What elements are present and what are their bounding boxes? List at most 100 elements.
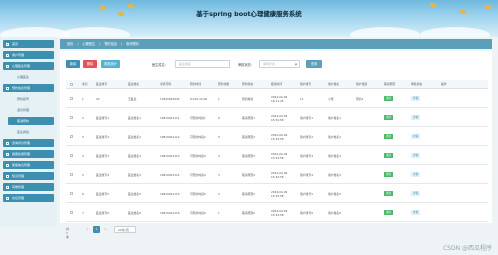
status-badge: 通过 — [384, 210, 394, 215]
sidebar-sub-doctor[interactable]: 心理医生 — [8, 73, 54, 81]
table-row[interactable]: 2 医生账号1 医生姓名1 19810001111 可预约时段1 6 取消原因1 2024-0… — [66, 108, 488, 127]
cell-text: 医生姓名5 — [128, 191, 141, 196]
cell-text: 4 — [218, 153, 220, 158]
detail-button[interactable]: 详情 — [411, 115, 421, 120]
table-cell: 医生账号4 — [96, 165, 123, 184]
cell-text: 医生账号2 — [96, 134, 109, 139]
sidebar-item-disease[interactable]: 疾病信息管理 — [3, 161, 54, 169]
status-badge: 通过 — [384, 191, 394, 196]
row-checkbox[interactable] — [70, 211, 73, 214]
table-cell: 19810001115 — [160, 184, 187, 203]
delete-button[interactable]: 删除 — [83, 60, 97, 68]
table-cell[interactable]: 详情 — [411, 108, 438, 127]
user-icon — [6, 53, 9, 57]
col-header: 医生姓名 — [128, 82, 140, 86]
sidebar-item-survey[interactable]: 问卷管理 — [3, 183, 54, 191]
table-cell: 19810001112 — [160, 127, 187, 146]
row-checkbox[interactable] — [70, 154, 73, 157]
breadcrumb-separator: / — [121, 42, 123, 46]
table-row[interactable]: 1 22 王医生 13645645645 8:100-12:00 1 预约成功 2024-04… — [66, 89, 488, 108]
table-row[interactable]: 4 医生账号3 医生姓名3 19810001113 可预约时段3 4 取消原因3 2024-0… — [66, 146, 488, 165]
table-cell[interactable]: 详情 — [411, 203, 438, 222]
cell-text: 用户账号1 — [300, 115, 313, 120]
table-cell: 医生账号6 — [96, 203, 123, 222]
table-cell[interactable]: 详情 — [411, 146, 438, 165]
table-row[interactable]: 6 医生账号5 医生姓名5 19810001115 可预约时段5 2 取消原因5 2024-0… — [66, 184, 488, 203]
table-row[interactable]: 7 医生账号6 医生姓名6 19810001116 可预约时段6 1 取消原因6 2024-0… — [66, 203, 488, 222]
row-checkbox[interactable] — [70, 97, 73, 100]
breadcrumb-level1[interactable]: 心理医生 — [82, 42, 95, 46]
row-checkbox[interactable] — [70, 135, 73, 138]
row-checkbox[interactable] — [70, 116, 73, 119]
cell-text: 2024-04-09 15:34:58 — [271, 151, 288, 160]
detail-button[interactable]: 详情 — [411, 191, 421, 196]
sidebar-sub-withdraw[interactable]: 退诊管理 — [8, 106, 54, 114]
sidebar-sub-schedule[interactable]: 医生排班 — [8, 128, 54, 136]
cell-text: 2024-04-09 16:11:45 — [271, 94, 288, 103]
table-row[interactable]: 5 医生账号4 医生姓名4 19810001114 可预约时段4 3 取消原因4 2024-0… — [66, 165, 488, 184]
cell-text: 用户账号3 — [300, 153, 313, 158]
cell-text: 可预约时段6 — [190, 210, 206, 215]
table-cell: 通过 — [384, 89, 411, 108]
status-select[interactable]: 审核状态 — [259, 60, 300, 68]
cell-text: 小张 — [328, 96, 334, 101]
row-checkbox[interactable] — [70, 192, 73, 195]
sidebar-item-knowledge[interactable]: 知识管理 — [3, 172, 54, 180]
col-header: 索引 — [82, 82, 88, 86]
breadcrumb-home[interactable]: 首页 — [67, 42, 73, 46]
table-row[interactable]: 3 医生账号2 医生姓名2 19810001112 可预约时段2 5 取消原因2 2024-0… — [66, 127, 488, 146]
table-cell: 可预约时段2 — [190, 127, 217, 146]
cell-text: 医生姓名6 — [128, 210, 141, 215]
row-checkbox[interactable] — [70, 173, 73, 176]
cell-text: 用户账号4 — [300, 172, 313, 177]
col-header: 医生账号 — [96, 82, 108, 86]
table-cell[interactable]: 详情 — [411, 89, 438, 108]
cell-text: 取消原因6 — [242, 210, 255, 215]
search-button[interactable]: 查询 — [306, 60, 322, 68]
stats-button[interactable]: 报表统计 — [101, 60, 120, 68]
sidebar-item-users[interactable]: 用户管理 — [3, 51, 54, 59]
book-icon — [6, 174, 9, 178]
cell-text: 3 — [82, 134, 84, 139]
cell-text: 4 — [82, 153, 84, 158]
table-cell: 1 — [218, 89, 245, 108]
status-badge: 通过 — [384, 134, 394, 139]
detail-button[interactable]: 详情 — [411, 172, 421, 177]
table-cell: 用户姓名3 — [328, 146, 355, 165]
cell-text: 医生账号3 — [96, 153, 109, 158]
table-cell: 19810001116 — [160, 203, 187, 222]
detail-button[interactable]: 详情 — [411, 153, 421, 158]
col-header: 取消原因 — [384, 82, 396, 86]
cell-text: 11 — [300, 96, 304, 101]
breadcrumb-level2[interactable]: 预约信息 — [104, 42, 117, 46]
prev-page-button[interactable]: < — [84, 226, 91, 233]
detail-button[interactable]: 详情 — [411, 96, 421, 101]
sidebar-item-home[interactable]: 首页 — [3, 40, 54, 48]
table-header: 索引 医生账号 医生姓名 手机号码 预约时间 预约金额 预约状态 取消时间 用户… — [66, 80, 488, 89]
table-cell[interactable]: 详情 — [411, 184, 438, 203]
table-cell: 小张 — [328, 89, 355, 108]
sidebar-item-appointment-mgmt[interactable]: 预约信息管理 — [3, 84, 54, 92]
cell-text: 取消原因4 — [242, 172, 255, 177]
table-cell[interactable]: 详情 — [411, 127, 438, 146]
next-page-button[interactable]: > — [102, 226, 109, 233]
table-cell: 通过 — [384, 127, 411, 146]
sidebar-sub-booking[interactable]: 预约挂号 — [8, 95, 54, 103]
clipboard-icon — [6, 185, 9, 189]
detail-button[interactable]: 详情 — [411, 134, 421, 139]
doctor-name-input[interactable]: 医生姓名 — [175, 60, 230, 68]
sidebar-sub-cancel[interactable]: 取消预约 — [8, 117, 54, 125]
add-button[interactable]: 新增 — [66, 60, 80, 68]
breadcrumb-current: 取消预约 — [126, 42, 139, 46]
page-size-select[interactable]: 20条/页 — [114, 226, 136, 233]
table-cell: 可预约时段6 — [190, 203, 217, 222]
sidebar-item-consult[interactable]: 咨询问诊管理 — [3, 139, 54, 147]
table-cell: 2024-04-09 15:34:58 — [271, 184, 299, 203]
detail-button[interactable]: 详情 — [411, 210, 421, 215]
page-number[interactable]: 1 — [93, 226, 100, 233]
select-all-checkbox[interactable] — [70, 83, 73, 86]
sidebar-item-forum[interactable]: 论坛管理 — [3, 194, 54, 202]
sidebar-item-doctor-mgmt[interactable]: 心理医生管理 — [3, 62, 54, 70]
sidebar-item-health[interactable]: 健康检测管理 — [3, 150, 54, 158]
table-cell[interactable]: 详情 — [411, 165, 438, 184]
